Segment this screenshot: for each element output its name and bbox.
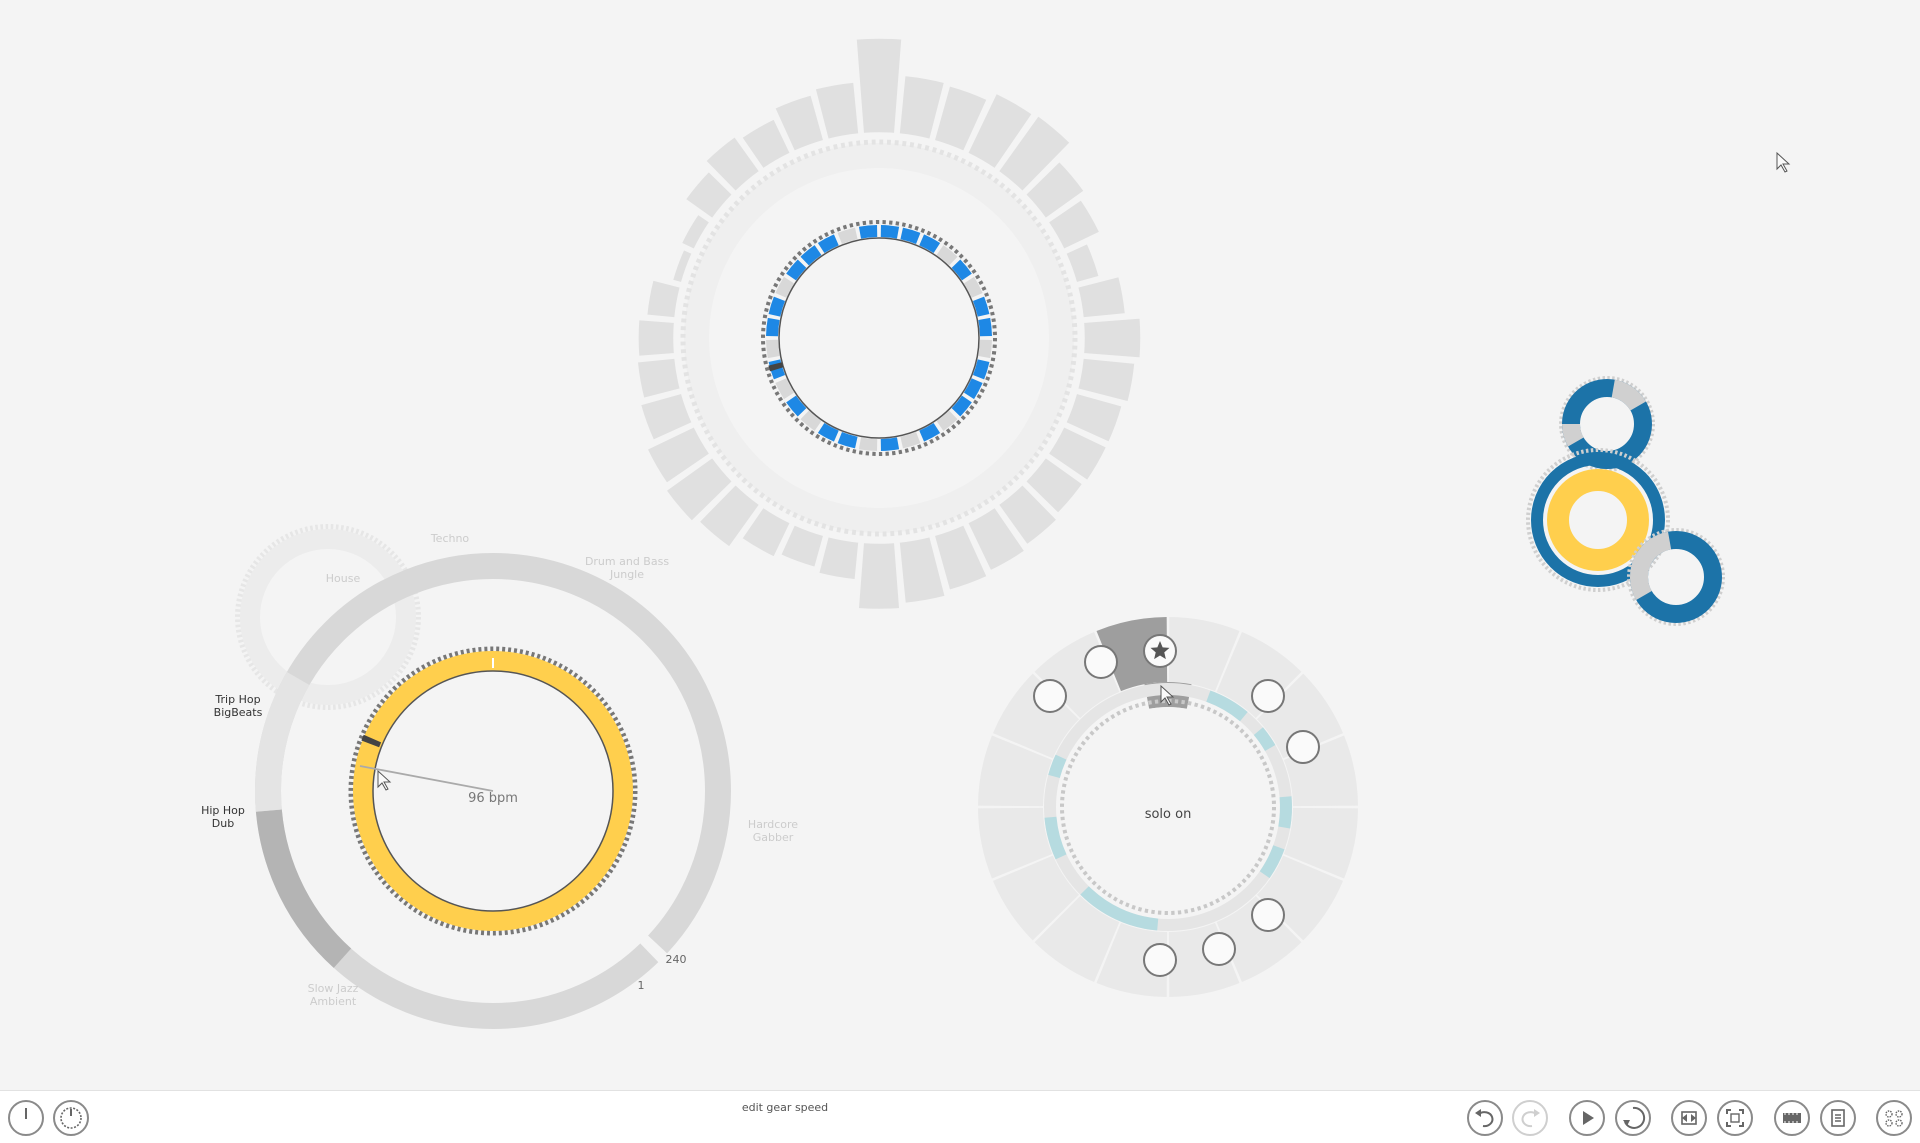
solo-arc [1044, 816, 1067, 860]
step-bar[interactable] [1076, 275, 1127, 319]
speaker-icon[interactable] [1084, 645, 1118, 679]
genre-label[interactable]: Trip Hop BigBeats [214, 693, 263, 719]
genre-active-arc [255, 809, 352, 968]
timer-button[interactable] [53, 1100, 89, 1136]
speed-max-label: 240 [666, 953, 687, 966]
step-bar[interactable] [680, 213, 711, 251]
notes-icon [1831, 1109, 1845, 1127]
power-icon [25, 1108, 27, 1119]
genre-label-line: Slow Jazz [308, 982, 359, 995]
top-gear-gap [1562, 423, 1584, 447]
genre-label-line: Ambient [310, 995, 357, 1008]
notes-button[interactable] [1820, 1100, 1856, 1136]
genre-label-line: Jungle [609, 568, 644, 581]
undo-button[interactable] [1467, 1100, 1503, 1136]
genre-label-line: Dub [212, 817, 234, 830]
genre-label-line: Gabber [753, 831, 794, 844]
pattern-step[interactable] [858, 225, 878, 239]
genre-label[interactable]: House [326, 572, 361, 585]
pattern-step[interactable] [978, 339, 992, 359]
rotate-gear-icon[interactable] [1251, 898, 1285, 932]
pattern-step[interactable] [880, 437, 900, 451]
pie-menu[interactable]: solo on [978, 617, 1358, 997]
canvas: 96 bpm 240 1 Slow Jazz Ambient Hip Hop Dub T… [201, 37, 1791, 1029]
genre-label-line: Hip Hop [201, 804, 245, 817]
pattern-step[interactable] [978, 317, 992, 337]
genre-label-line: Techno [430, 532, 470, 545]
loop-button[interactable] [1615, 1100, 1651, 1136]
undo-icon [1475, 1109, 1494, 1128]
genre-label-line: Drum and Bass [585, 555, 669, 568]
filmstrip-button[interactable] [1774, 1100, 1810, 1136]
sequencer-gear[interactable] [636, 37, 1142, 611]
solo-arc [1278, 796, 1292, 829]
solo-arc [1048, 754, 1067, 779]
bottom-toolbar: edit gear speed [0, 1090, 1920, 1143]
redo-button[interactable] [1512, 1100, 1548, 1136]
step-bar[interactable] [855, 37, 903, 135]
step-bar[interactable] [637, 318, 676, 358]
duplicate-icon[interactable] [1286, 730, 1320, 764]
timer-icon [60, 1107, 82, 1129]
sequencer-face [709, 168, 1049, 508]
step-bar[interactable] [1082, 317, 1142, 359]
center-gear-yellow [1547, 469, 1649, 571]
clock-icon[interactable] [1143, 943, 1177, 977]
ghost-gear-ring [240, 529, 416, 705]
pattern-step[interactable] [858, 437, 878, 451]
cursor-icon [377, 769, 392, 791]
top-gear-gap [1611, 379, 1646, 411]
gear-grid-icon [1885, 1110, 1903, 1127]
speed-range-gap [639, 934, 668, 963]
genre-label-line: BigBeats [214, 706, 263, 719]
pie-center-label: solo on [1145, 807, 1192, 822]
solo-arc [1253, 727, 1276, 752]
genre-label[interactable]: Techno [430, 532, 470, 545]
fullscreen-button[interactable] [1717, 1100, 1753, 1136]
step-bar[interactable] [1064, 242, 1101, 284]
genre-label-line: House [326, 572, 361, 585]
play-button[interactable] [1569, 1100, 1605, 1136]
status-text: edit gear speed [741, 1101, 829, 1114]
step-bar[interactable] [645, 279, 682, 319]
genre-label[interactable]: Slow Jazz Ambient [308, 982, 359, 1008]
pattern-step[interactable] [880, 225, 900, 239]
bpm-label: 96 bpm [468, 791, 518, 806]
trash-icon[interactable] [1251, 679, 1285, 713]
gear-cluster[interactable] [1526, 376, 1725, 626]
genre-label[interactable]: Hardcore Gabber [748, 818, 798, 844]
fit-view-icon [1681, 1111, 1697, 1125]
genre-hover-arc [255, 672, 310, 812]
pattern-step[interactable] [766, 317, 780, 337]
loop-icon [1623, 1106, 1646, 1129]
step-bar[interactable] [857, 541, 901, 611]
genre-label-line: Trip Hop [214, 693, 260, 706]
speed-gear[interactable]: 96 bpm 240 1 Slow Jazz Ambient Hip Hop Dub T… [201, 524, 798, 1029]
pattern-step[interactable] [766, 339, 780, 359]
speed-min-label: 1 [638, 979, 645, 992]
step-bar[interactable] [671, 248, 694, 284]
volume-bars-icon[interactable] [1033, 679, 1067, 713]
fit-view-button[interactable] [1671, 1100, 1707, 1136]
genre-label-line: Hardcore [748, 818, 798, 831]
gear-grid-button[interactable] [1876, 1100, 1912, 1136]
step-bar[interactable] [817, 535, 860, 581]
play-icon [1583, 1111, 1594, 1125]
fullscreen-icon [1726, 1109, 1744, 1127]
redo-icon [1521, 1109, 1540, 1128]
right-gear-gap [1630, 531, 1672, 600]
step-bar[interactable] [636, 357, 682, 400]
genre-label[interactable]: Hip Hop Dub [201, 804, 245, 830]
dashed-circle-icon[interactable] [1202, 932, 1236, 966]
power-button[interactable] [8, 1100, 44, 1136]
ghost-gear-teeth [235, 524, 421, 710]
genre-label[interactable]: Drum and Bass Jungle [585, 555, 669, 581]
filmstrip-icon [1783, 1113, 1801, 1123]
cursor-icon [1776, 151, 1791, 173]
